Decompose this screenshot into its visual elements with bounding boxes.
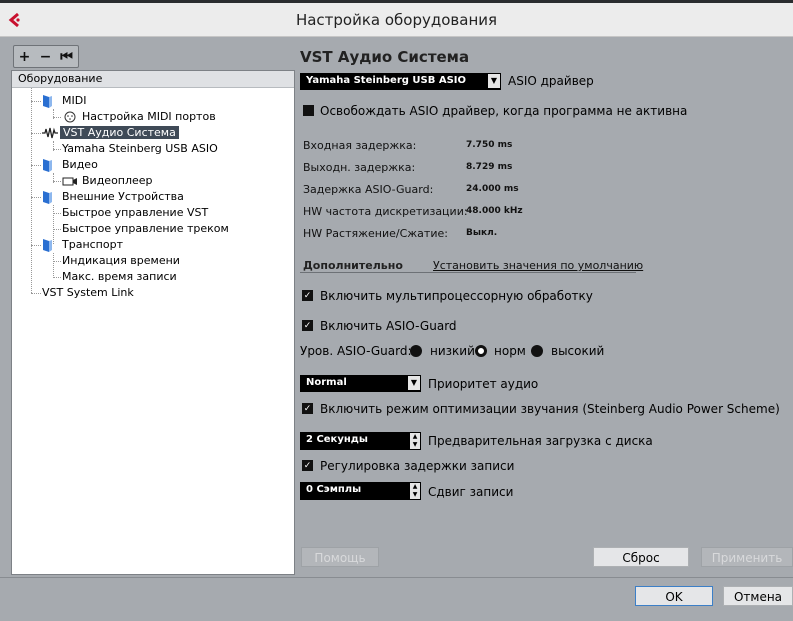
record-shift-label: Сдвиг записи [428,485,514,499]
audio-priority-label: Приоритет аудио [428,377,539,391]
tree-item-vst-audio-system[interactable]: VST Аудио Система [60,125,179,141]
tree-item-midi-ports[interactable]: Настройка MIDI портов [82,109,216,125]
tree-item-video[interactable]: Видео [62,157,98,173]
record-latency-checkbox[interactable]: ✓ [302,460,313,471]
ok-button[interactable]: OK [635,586,713,606]
asio-guard-level-label: Уров. ASIO-Guard: [300,344,412,358]
tree-item-yamaha-asio[interactable]: Yamaha Steinberg USB ASIO [62,141,218,157]
tree-toolbar: + − ⏮ [13,45,79,68]
asio-guard-label: Включить ASIO-Guard [320,319,457,333]
bottom-separator [0,577,793,578]
record-shift-value: 0 Сэмплы [306,484,362,495]
record-shift-stepper[interactable]: 0 Сэмплы ▲ ▼ [300,482,421,500]
level-normal-label: норм [494,344,526,358]
reset-device-button[interactable]: ⏮ [56,46,77,67]
asio-guard-latency-label: Задержка ASIO-Guard: [303,183,434,196]
tab-advanced[interactable]: Дополнительно [303,259,403,272]
multiprocessing-label: Включить мультипроцессорную обработку [320,289,593,303]
preload-value: 2 Секунды [306,434,368,445]
reset-button[interactable]: Сброс [593,547,689,567]
hw-pullup-value: Выкл. [466,228,498,238]
audio-priority-dropdown[interactable]: Normal ▼ [300,375,421,392]
add-device-button[interactable]: + [14,46,35,67]
level-low-radio[interactable] [410,345,422,357]
set-defaults-link[interactable]: Установить значения по умолчанию [433,259,643,272]
preload-label: Предварительная загрузка с диска [428,434,653,448]
panel-title: VST Аудио Система [300,48,470,66]
video-folder-icon [43,159,52,172]
apply-button[interactable]: Применить [701,547,793,567]
multiprocessing-checkbox[interactable]: ✓ [302,290,313,301]
video-player-icon [62,177,77,186]
level-normal-radio[interactable] [475,345,487,357]
chevron-down-icon: ▼ [408,376,420,390]
asio-driver-value: Yamaha Steinberg USB ASIO [306,75,466,86]
level-high-label: высокий [551,344,605,358]
remove-device-button[interactable]: − [35,46,56,67]
chevron-down-icon: ▼ [488,74,500,88]
input-latency-value: 7.750 ms [466,140,513,150]
release-driver-label: Освобождать ASIO драйвер, когда программ… [320,104,688,118]
tree-item-vst-system-link[interactable]: VST System Link [42,285,134,301]
asio-driver-dropdown[interactable]: Yamaha Steinberg USB ASIO ▼ [300,73,501,90]
sample-rate-value: 48.000 kHz [466,206,523,216]
tree-item-max-record-time[interactable]: Макс. время записи [62,269,177,285]
stepper-arrows-icon: ▲ ▼ [410,433,420,449]
level-low-label: низкий [430,344,475,358]
external-devices-folder-icon [43,191,52,204]
tree-item-time-display[interactable]: Индикация времени [62,253,180,269]
tree-item-external-devices[interactable]: Внешние Устройства [62,189,184,205]
level-high-radio[interactable] [531,345,543,357]
window-title: Настройка оборудования [295,11,498,29]
preload-stepper[interactable]: 2 Секунды ▲ ▼ [300,432,421,450]
audio-waveform-icon [42,127,58,139]
release-driver-checkbox[interactable] [303,105,314,116]
tree-item-transport[interactable]: Транспорт [62,237,123,253]
asio-guard-latency-value: 24.000 ms [466,184,519,194]
midi-folder-icon [43,95,52,108]
tree-item-quick-controls-vst[interactable]: Быстрое управление VST [62,205,208,221]
output-latency-label: Выходн. задержка: [303,161,416,174]
title-bar: Настройка оборудования [0,3,793,37]
cancel-button[interactable]: Отмена [723,586,793,606]
asio-guard-checkbox[interactable]: ✓ [302,320,313,331]
stepper-arrows-icon: ▲ ▼ [410,483,420,499]
tree-item-midi[interactable]: MIDI [62,93,86,109]
output-latency-value: 8.729 ms [466,162,513,172]
transport-folder-icon [43,239,52,252]
power-scheme-checkbox[interactable]: ✓ [302,403,313,414]
hw-pullup-label: HW Растяжение/Сжатие: [303,227,448,240]
tree-item-video-player[interactable]: Видеоплеер [82,173,153,189]
help-button[interactable]: Помощь [301,547,379,567]
tab-separator [300,272,636,273]
sample-rate-label: HW частота дискретизации: [303,205,468,218]
power-scheme-label: Включить режим оптимизации звучания (Ste… [320,402,780,416]
record-latency-label: Регулировка задержки записи [320,459,515,473]
tree-header: Оборудование [12,71,294,88]
midi-port-icon [64,111,76,123]
device-tree-panel: Оборудование MIDI Настройка MIDI портов … [11,70,295,575]
audio-priority-value: Normal [306,377,347,388]
asio-driver-label: ASIO драйвер [508,74,594,88]
input-latency-label: Входная задержка: [303,139,417,152]
tree-item-quick-controls-track[interactable]: Быстрое управление треком [62,221,229,237]
